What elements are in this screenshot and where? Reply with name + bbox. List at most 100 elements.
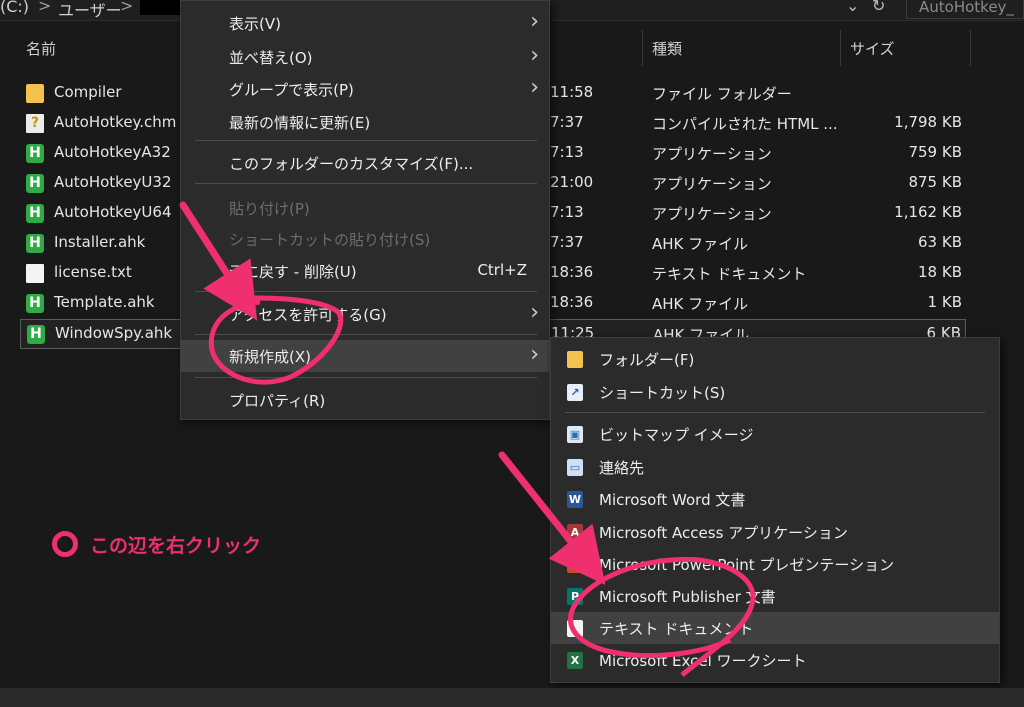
file-time: 7:13	[550, 203, 584, 221]
file-size: 63 KB	[918, 233, 962, 251]
file-type: アプリケーション	[652, 145, 772, 163]
powerpoint-icon: P	[567, 556, 583, 573]
file-size: 1,798 KB	[894, 113, 962, 131]
submenu-item-label: Microsoft Excel ワークシート	[599, 652, 807, 670]
file-time: 18:36	[550, 293, 594, 311]
menu-item-label: 並べ替え(O)	[229, 49, 313, 67]
submenu-item-access[interactable]: A Microsoft Access アプリケーション	[551, 516, 999, 548]
file-time: 7:13	[550, 143, 584, 161]
publisher-icon: P	[567, 588, 583, 605]
submenu-item-contact[interactable]: ▭ 連絡先	[551, 451, 999, 483]
chevron-right-icon: ›	[530, 43, 539, 68]
file-time: 7:37	[550, 113, 584, 131]
file-type: AHK ファイル	[652, 235, 749, 253]
word-icon: W	[567, 491, 583, 508]
menu-item-label: 最新の情報に更新(E)	[229, 114, 371, 132]
submenu-item-bitmap[interactable]: ▣ ビットマップ イメージ	[551, 418, 999, 450]
menu-item-label: ショートカットの貼り付け(S)	[229, 231, 431, 249]
file-name: AutoHotkeyU32	[54, 173, 172, 191]
submenu-item-shortcut[interactable]: ↗ ショートカット(S)	[551, 376, 999, 408]
menu-item-undo[interactable]: 元に戻す - 削除(U) Ctrl+Z	[181, 255, 549, 287]
text-file-icon	[26, 264, 44, 283]
menu-item-paste[interactable]: 貼り付け(P)	[181, 192, 549, 224]
menu-item-shortcut: Ctrl+Z	[477, 261, 527, 279]
ahk-app-icon: H	[26, 174, 44, 193]
help-file-icon: ?	[26, 114, 44, 133]
submenu-item-excel[interactable]: X Microsoft Excel ワークシート	[551, 644, 999, 676]
menu-separator	[195, 291, 537, 292]
column-header-type[interactable]: 種類	[652, 38, 682, 59]
file-name: Compiler	[54, 83, 122, 101]
file-time: 11:58	[550, 83, 594, 101]
submenu-item-label: Microsoft Word 文書	[599, 491, 746, 509]
submenu-item-label: ショートカット(S)	[599, 384, 726, 402]
submenu-item-label: テキスト ドキュメント	[599, 620, 754, 638]
bitmap-image-icon: ▣	[567, 426, 583, 443]
submenu-item-word[interactable]: W Microsoft Word 文書	[551, 483, 999, 515]
chevron-right-icon: >	[38, 0, 52, 15]
file-type: アプリケーション	[652, 175, 772, 193]
folder-icon	[567, 351, 583, 368]
menu-item-properties[interactable]: プロパティ(R)	[181, 384, 549, 416]
chevron-right-icon: ›	[530, 342, 539, 367]
file-name: Template.ahk	[54, 293, 155, 311]
column-divider[interactable]	[642, 30, 643, 66]
submenu-item-label: Microsoft Publisher 文書	[599, 588, 776, 606]
access-icon: A	[567, 524, 583, 541]
menu-separator	[565, 412, 985, 413]
file-time: 21:00	[550, 173, 594, 191]
search-input[interactable]: AutoHotkey_	[906, 0, 1024, 19]
file-type: ファイル フォルダー	[652, 85, 792, 103]
file-name: AutoHotkey.chm	[54, 113, 177, 131]
menu-item-label: プロパティ(R)	[229, 392, 326, 410]
file-name: AutoHotkeyU64	[54, 203, 172, 221]
text-file-icon	[567, 620, 583, 637]
submenu-item-label: Microsoft PowerPoint プレゼンテーション	[599, 556, 895, 574]
chevron-right-icon: >	[120, 0, 134, 15]
menu-item-view[interactable]: 表示(V) ›	[181, 7, 549, 39]
file-size: 1 KB	[927, 293, 962, 311]
chevron-down-icon[interactable]: ⌄	[846, 0, 859, 15]
submenu-item-label: フォルダー(F)	[599, 351, 695, 369]
excel-icon: X	[567, 652, 583, 669]
shortcut-icon: ↗	[567, 384, 583, 401]
file-size: 1,162 KB	[894, 203, 962, 221]
submenu-item-text-document[interactable]: テキスト ドキュメント	[551, 612, 999, 644]
ahk-script-icon: H	[26, 294, 44, 313]
menu-item-customize[interactable]: このフォルダーのカスタマイズ(F)...	[181, 147, 549, 179]
menu-item-refresh[interactable]: 最新の情報に更新(E)	[181, 106, 549, 138]
column-header-size[interactable]: サイズ	[850, 38, 895, 59]
menu-item-paste-shortcut[interactable]: ショートカットの貼り付け(S)	[181, 223, 549, 255]
file-size: 759 KB	[908, 143, 962, 161]
menu-item-group[interactable]: グループで表示(P) ›	[181, 73, 549, 105]
column-divider[interactable]	[840, 30, 841, 66]
menu-item-label: グループで表示(P)	[229, 81, 354, 99]
submenu-item-publisher[interactable]: P Microsoft Publisher 文書	[551, 580, 999, 612]
file-time: 7:37	[550, 233, 584, 251]
breadcrumb-drive[interactable]: (C:)	[0, 0, 29, 16]
refresh-icon[interactable]: ↻	[872, 0, 885, 15]
column-header-name[interactable]: 名前	[26, 38, 56, 59]
breadcrumb-users[interactable]: ユーザー	[58, 0, 122, 21]
file-type: AHK ファイル	[652, 295, 749, 313]
menu-item-label: 表示(V)	[229, 15, 281, 33]
submenu-item-folder[interactable]: フォルダー(F)	[551, 343, 999, 375]
menu-item-new[interactable]: 新規作成(X) ›	[181, 340, 549, 372]
file-name: WindowSpy.ahk	[55, 324, 173, 342]
menu-item-label: このフォルダーのカスタマイズ(F)...	[229, 155, 474, 173]
menu-separator	[195, 377, 537, 378]
submenu-item-label: ビットマップ イメージ	[599, 426, 754, 444]
file-time: 18:36	[550, 263, 594, 281]
menu-item-label: アクセスを許可する(G)	[229, 306, 387, 324]
file-size: 18 KB	[918, 263, 962, 281]
new-submenu: フォルダー(F) ↗ ショートカット(S) ▣ ビットマップ イメージ ▭ 連絡…	[550, 337, 1000, 683]
menu-separator	[195, 334, 537, 335]
column-divider[interactable]	[970, 30, 971, 66]
submenu-item-powerpoint[interactable]: P Microsoft PowerPoint プレゼンテーション	[551, 548, 999, 580]
menu-separator	[195, 140, 537, 141]
menu-separator	[195, 183, 537, 184]
menu-item-give-access[interactable]: アクセスを許可する(G) ›	[181, 298, 549, 330]
menu-item-sort[interactable]: 並べ替え(O) ›	[181, 41, 549, 73]
status-bar	[0, 688, 1024, 707]
chevron-right-icon: ›	[530, 9, 539, 34]
